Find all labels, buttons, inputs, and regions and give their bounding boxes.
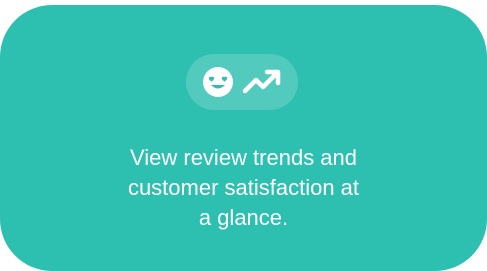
description-line-1: View review trends and: [129, 145, 358, 170]
review-trends-card[interactable]: View review trends and customer satisfac…: [0, 5, 487, 271]
description-line-3: a glance.: [198, 205, 289, 230]
icon-pill: [186, 54, 298, 110]
trending-up-icon: [242, 69, 281, 94]
smile-hearts-icon: [203, 67, 233, 97]
card-description: View review trends and customer satisfac…: [40, 143, 447, 233]
description-line-2: customer satisfaction at: [127, 175, 360, 200]
